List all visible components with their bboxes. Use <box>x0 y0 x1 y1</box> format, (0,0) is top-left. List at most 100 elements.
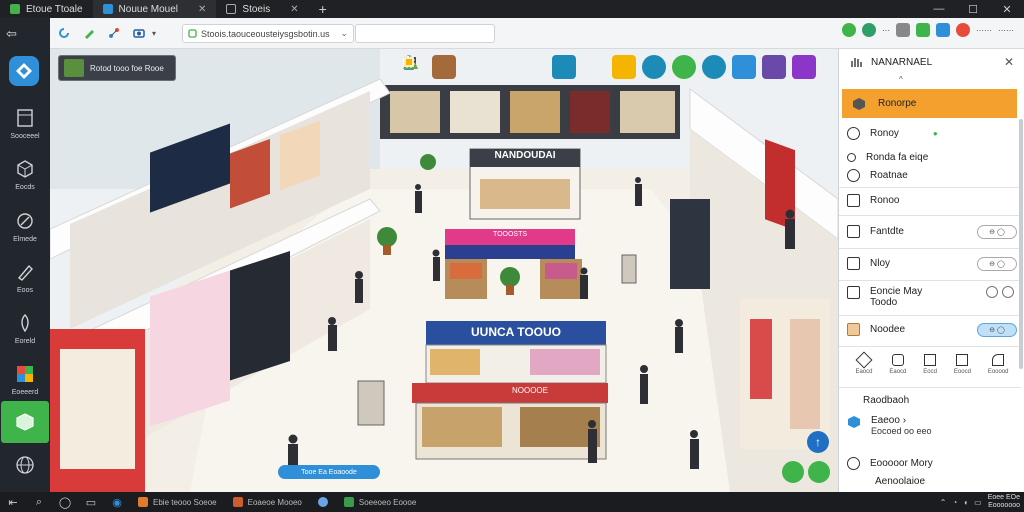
shop-icon[interactable] <box>404 55 456 79</box>
tool-frame[interactable]: Eoocd <box>954 354 971 375</box>
taskbar-app-3[interactable] <box>310 492 336 512</box>
battery-icon[interactable]: ▭ <box>974 498 982 507</box>
tool-home[interactable]: Eocd <box>923 354 937 375</box>
checkbox-icon[interactable] <box>847 286 860 299</box>
toggle-switch[interactable]: ⊖ ◯ <box>977 322 1017 337</box>
panel-scrollbar[interactable] <box>1019 119 1023 369</box>
volume-icon[interactable]: ◖ <box>963 498 968 507</box>
terrain-icon[interactable] <box>403 55 606 79</box>
shield-icon[interactable] <box>862 23 876 37</box>
minimize-button[interactable]: — <box>922 0 956 18</box>
frame-icon <box>956 354 969 366</box>
light-icon[interactable] <box>404 55 666 79</box>
chevron-down-icon[interactable]: ⌄ <box>340 28 348 39</box>
close-icon[interactable]: ✕ <box>290 4 298 15</box>
rail-item-globe[interactable] <box>0 442 50 488</box>
tab-1[interactable]: Etoue Ttoale <box>0 0 93 18</box>
panel-item[interactable]: Noodee ⊖ ◯ <box>847 322 1017 337</box>
taskbar-app-4[interactable]: Soeeoeo Eoooe <box>336 492 424 512</box>
rail-item-box[interactable] <box>1 401 49 443</box>
camera-icon[interactable] <box>128 22 150 44</box>
tool-diamond[interactable]: Eaocd <box>855 351 872 375</box>
taskbar-app-2[interactable]: Eoaeoe Mooeo <box>225 492 310 512</box>
panel-item[interactable]: Ronoy ● <box>847 127 1017 140</box>
floor-label-tag[interactable]: Tooe Ea Eoaoode <box>278 465 380 479</box>
app-logo-icon[interactable] <box>9 56 39 86</box>
rail-item-pen[interactable]: Eoos <box>0 252 50 302</box>
new-tab-button[interactable]: + <box>309 1 337 17</box>
toggle-switch[interactable]: ⊖ ◯ <box>977 256 1017 271</box>
maximize-button[interactable]: ☐ <box>956 0 990 18</box>
panel-item-selected[interactable]: Ronorpe <box>842 89 1017 118</box>
gallery-icon[interactable] <box>404 55 786 79</box>
close-icon[interactable]: ✕ <box>1004 55 1014 69</box>
sync-icon[interactable] <box>916 23 930 37</box>
rail-item-cube[interactable]: Eocds <box>0 149 50 199</box>
search-input[interactable] <box>355 24 495 43</box>
profile-icon[interactable] <box>956 23 970 37</box>
rail-item-brush[interactable]: Eoreld <box>0 303 50 353</box>
rail-item-tools[interactable]: Elmede <box>0 201 50 251</box>
navigate-up-button[interactable]: ↑ <box>807 431 829 453</box>
rail-item-label: Eoeeerd <box>11 388 39 396</box>
paint-icon[interactable] <box>405 55 636 79</box>
select-icon[interactable] <box>405 55 576 79</box>
green-action-icon[interactable] <box>808 461 830 483</box>
taskbar-app-1[interactable]: Ebie teooo Soeoe <box>130 492 225 512</box>
back-arrow-icon[interactable]: ⇦ <box>6 26 17 42</box>
3d-viewport[interactable]: NANDOUDAI UUNCA TOOUO NOOOOE TOOOSTS Rot… <box>50 49 838 492</box>
chevron-up-icon[interactable]: ⌃ <box>940 498 947 507</box>
panel-item[interactable]: Roatnae <box>847 169 1017 182</box>
edit-icon[interactable] <box>78 22 100 44</box>
share-icon[interactable] <box>103 22 125 44</box>
scale-icon[interactable] <box>404 55 546 79</box>
panel-item-label: Fantdte <box>870 226 904 237</box>
refresh-icon[interactable] <box>53 22 75 44</box>
rail-item-layers[interactable]: Sooceeel <box>0 98 50 148</box>
radio-pair[interactable] <box>983 286 1017 300</box>
rail-item-blocks[interactable]: Eoeeerd <box>0 354 50 404</box>
tool-pointer[interactable]: Eooood <box>988 354 1009 375</box>
add-icon[interactable] <box>403 55 696 79</box>
close-icon[interactable]: ✕ <box>198 4 206 15</box>
extension-icon[interactable] <box>842 23 856 37</box>
search-icon[interactable]: ⌕ <box>26 492 52 512</box>
rotate-icon[interactable] <box>404 55 516 79</box>
clock[interactable]: Eoee EOe Eooooooo <box>988 494 1020 510</box>
green-action-icon[interactable] <box>782 461 804 483</box>
back-arrow-icon[interactable]: ⇤ <box>0 492 26 512</box>
panel-item[interactable]: Ronda fa eiqe <box>847 152 1017 163</box>
url-field[interactable]: Stoois.taouceousteiysgsbotin.us ⌄ <box>182 24 354 43</box>
grid-icon[interactable] <box>403 55 756 79</box>
list-item[interactable]: Aenoolaioe <box>875 476 1024 487</box>
layers-toggle-icon[interactable] <box>404 55 816 79</box>
collapse-caret-icon[interactable]: ^ <box>899 75 903 84</box>
chat-icon[interactable]: ◯ <box>52 492 78 512</box>
tab-2-label: Nouue Mouel <box>118 3 179 15</box>
mail-icon[interactable] <box>896 23 910 37</box>
tab-3[interactable]: Stoeis ✕ <box>216 0 308 18</box>
divider <box>839 280 1021 281</box>
panel-item[interactable]: Nloy ⊖ ◯ <box>847 256 1017 271</box>
divider <box>839 248 1021 249</box>
panel-item[interactable]: Eoncie May Toodo <box>847 286 1017 308</box>
radio-icon[interactable] <box>847 457 860 470</box>
network-icon[interactable]: ◔ <box>952 498 957 507</box>
window-icon[interactable] <box>936 23 950 37</box>
panel-item[interactable]: Fantdte ⊖ ◯ <box>847 224 1017 239</box>
tab-2[interactable]: Nouue Mouel ✕ <box>92 0 217 18</box>
move-icon[interactable] <box>404 55 486 79</box>
close-window-button[interactable]: ✕ <box>990 0 1024 18</box>
toggle-switch[interactable]: ⊖ ◯ <box>977 224 1017 239</box>
tool-shape[interactable]: Eaocd <box>889 354 906 375</box>
scene-name-badge[interactable]: Rotod tooo foe Rooe <box>58 55 176 81</box>
kiosk-mid-sign: UUNCA TOOUO <box>471 325 561 339</box>
browser-icon[interactable]: ◉ <box>104 492 130 512</box>
panel-item[interactable]: Ronoo <box>847 194 1017 207</box>
list-item[interactable]: Eaeoo › Eocoed oo eeo <box>847 415 1017 436</box>
task-view-icon[interactable]: ▭ <box>78 492 104 512</box>
dropdown-caret-icon[interactable]: ▾ <box>152 29 156 38</box>
list-item[interactable]: Eooooor Mory <box>847 457 1017 470</box>
more-menu-icon[interactable]: ⋯⋯ <box>998 26 1014 35</box>
camera-view-icon[interactable] <box>403 55 726 79</box>
